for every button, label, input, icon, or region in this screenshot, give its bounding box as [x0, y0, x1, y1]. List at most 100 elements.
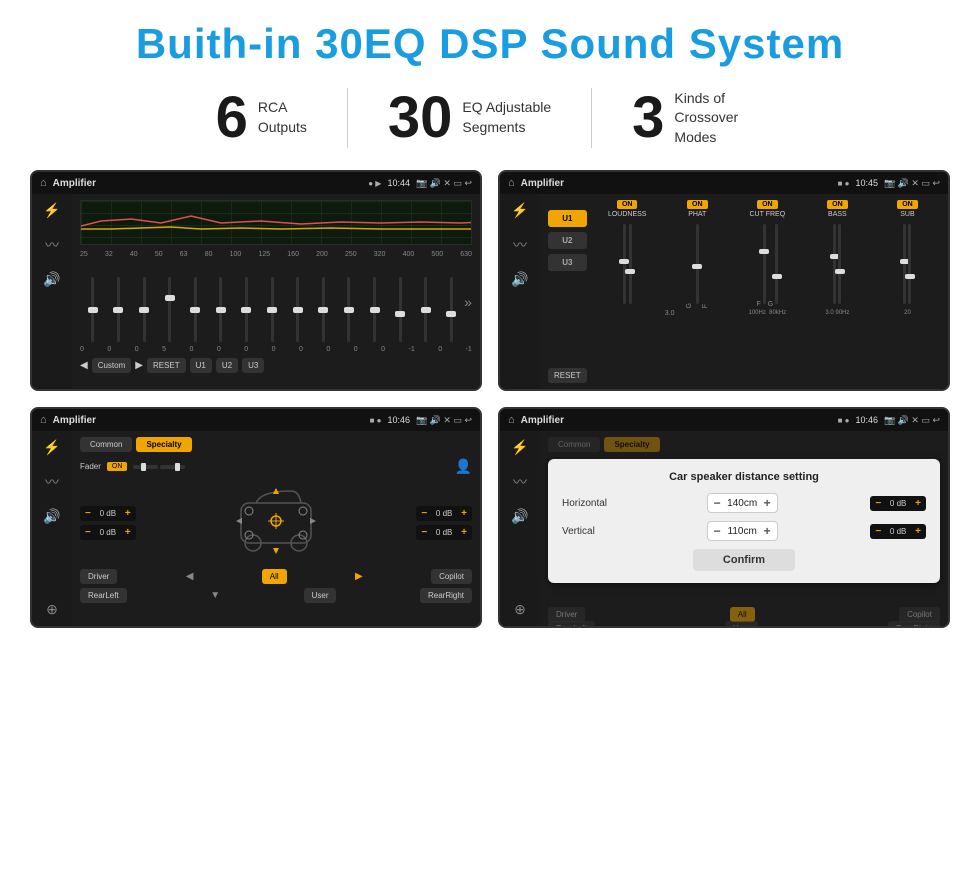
common-tab[interactable]: Common: [80, 437, 132, 452]
u3-btn[interactable]: U3: [548, 254, 587, 271]
screen4-sidebar: ⚡ 〰 🔊 ⊕: [500, 431, 540, 626]
speaker-icon-3[interactable]: 🔊: [43, 508, 60, 525]
db-value-3: 0 dB: [430, 528, 458, 537]
expand-icon-3[interactable]: ⊕: [46, 601, 58, 618]
db-minus-3[interactable]: −: [421, 527, 427, 538]
specialty-tab[interactable]: Specialty: [136, 437, 191, 452]
eq-slider-12: [387, 277, 413, 342]
screen2-crossover: ⌂ Amplifier ■ ● 10:45 📷 🔊 ✕ ▭ ↩ ⚡ 〰 🔊 U1: [498, 170, 950, 391]
eq-more-icon[interactable]: »: [464, 294, 472, 310]
db-plus-0[interactable]: +: [125, 508, 131, 519]
eq-next-icon[interactable]: ▶: [135, 360, 143, 371]
horizontal-minus-btn[interactable]: −: [714, 496, 721, 510]
eq-custom-btn[interactable]: Custom: [92, 358, 132, 373]
rearright-btn-4: RearRight: [888, 621, 940, 628]
all-btn[interactable]: All: [262, 569, 287, 584]
rearright-btn[interactable]: RearRight: [420, 588, 472, 603]
left-arrow-icon[interactable]: ◀: [186, 571, 194, 582]
eq-icon-3[interactable]: ⚡: [43, 439, 60, 456]
home-icon-2[interactable]: ⌂: [508, 177, 515, 189]
eq-icon[interactable]: ⚡: [43, 202, 60, 219]
db-minus-0[interactable]: −: [85, 508, 91, 519]
home-icon[interactable]: ⌂: [40, 177, 47, 189]
stat-crossover-number: 3: [632, 89, 664, 147]
eq-reset-btn[interactable]: RESET: [147, 358, 186, 373]
speaker-content: Common Specialty Fader ON 👤: [72, 431, 480, 626]
bass-col: ON BASS 3.0 90Hz: [805, 200, 870, 383]
vertical-label: Vertical: [562, 526, 622, 537]
wave-icon-3[interactable]: 〰: [45, 472, 59, 492]
main-title: Buith-in 30EQ DSP Sound System: [30, 20, 950, 68]
loudness-on[interactable]: ON: [617, 200, 638, 209]
speaker-bottom-row2: RearLeft ▼ User RearRight: [80, 588, 472, 603]
cutfreq-on[interactable]: ON: [757, 200, 778, 209]
stat-eq-number: 30: [388, 89, 453, 147]
speaker-icon-4[interactable]: 🔊: [511, 508, 528, 525]
cutfreq-g-label: G: [768, 301, 773, 308]
u2-btn[interactable]: U2: [548, 232, 587, 249]
vertical-minus-btn[interactable]: −: [714, 524, 721, 538]
db-val-r1: 0 dB: [884, 527, 912, 536]
wave-icon[interactable]: 〰: [45, 235, 59, 255]
db-plus-2[interactable]: +: [461, 508, 467, 519]
copilot-btn[interactable]: Copilot: [431, 569, 472, 584]
eq-slider-9: [310, 277, 336, 342]
screen1-status-icons: 📷 🔊 ✕ ▭ ↩: [416, 178, 472, 189]
wave-icon-4[interactable]: 〰: [513, 472, 527, 492]
db-value-1: 0 dB: [94, 528, 122, 537]
screen4-content: ⚡ 〰 🔊 ⊕ Common Specialty Fader: [500, 431, 948, 626]
db-minus-r0[interactable]: −: [875, 498, 881, 509]
eq-slider-7: [259, 277, 285, 342]
phat-on[interactable]: ON: [687, 200, 708, 209]
crossover-layout: U1 U2 U3 RESET ON LOUDNES: [548, 200, 940, 383]
bass-on[interactable]: ON: [827, 200, 848, 209]
down-arrow-icon[interactable]: ▼: [210, 590, 220, 601]
fader-on-badge[interactable]: ON: [107, 462, 128, 471]
db-val-r0: 0 dB: [884, 499, 912, 508]
eq-prev-icon[interactable]: ◀: [80, 360, 88, 371]
vertical-plus-btn[interactable]: +: [764, 524, 771, 538]
crossover-reset-btn[interactable]: RESET: [548, 368, 587, 383]
eq-curve-red: [81, 216, 471, 226]
eq-icon-2[interactable]: ⚡: [511, 202, 528, 219]
db-plus-r1[interactable]: +: [915, 526, 921, 537]
eq-u2-btn[interactable]: U2: [216, 358, 238, 373]
loudness-label: LOUDNESS: [608, 211, 647, 218]
db-plus-3[interactable]: +: [461, 527, 467, 538]
screen4-bottom-buttons: Driver All Copilot: [548, 607, 940, 622]
expand-icon-4[interactable]: ⊕: [514, 601, 526, 618]
u1-btn[interactable]: U1: [548, 210, 587, 227]
eq-icon-4[interactable]: ⚡: [511, 439, 528, 456]
eq-u1-btn[interactable]: U1: [190, 358, 212, 373]
nav-arrows-2: ▶: [355, 569, 363, 584]
right-arrow-icon[interactable]: ▶: [355, 571, 363, 582]
wave-icon-2[interactable]: 〰: [513, 235, 527, 255]
speaker-icon[interactable]: 🔊: [43, 271, 60, 288]
user-btn[interactable]: User: [304, 588, 337, 603]
sub-on[interactable]: ON: [897, 200, 918, 209]
home-icon-3[interactable]: ⌂: [40, 414, 47, 426]
db-minus-2[interactable]: −: [421, 508, 427, 519]
user-icon[interactable]: 👤: [455, 458, 472, 475]
screen4-tabs: Common Specialty: [548, 437, 940, 452]
bass-label: BASS: [828, 211, 847, 218]
confirm-area: Confirm: [562, 549, 926, 571]
phat-label: PHAT: [688, 211, 706, 218]
screen2-time: 10:45: [855, 178, 878, 188]
speaker-icon-2[interactable]: 🔊: [511, 271, 528, 288]
db-minus-r1[interactable]: −: [875, 526, 881, 537]
driver-btn[interactable]: Driver: [80, 569, 117, 584]
db-plus-r0[interactable]: +: [915, 498, 921, 509]
db-plus-1[interactable]: +: [125, 527, 131, 538]
home-icon-4[interactable]: ⌂: [508, 414, 515, 426]
eq-curve-yellow: [81, 227, 471, 230]
down-arrow-area: ▼: [210, 588, 220, 603]
screen1-content: ⚡ 〰 🔊 25 32 40: [32, 194, 480, 389]
rearleft-btn[interactable]: RearLeft: [80, 588, 127, 603]
screen1-time: 10:44: [387, 178, 410, 188]
confirm-button[interactable]: Confirm: [693, 549, 795, 571]
eq-u3-btn[interactable]: U3: [242, 358, 264, 373]
db-minus-1[interactable]: −: [85, 527, 91, 538]
horizontal-plus-btn[interactable]: +: [764, 496, 771, 510]
screen1-eq: ⌂ Amplifier ● ▶ 10:44 📷 🔊 ✕ ▭ ↩ ⚡ 〰 🔊: [30, 170, 482, 391]
